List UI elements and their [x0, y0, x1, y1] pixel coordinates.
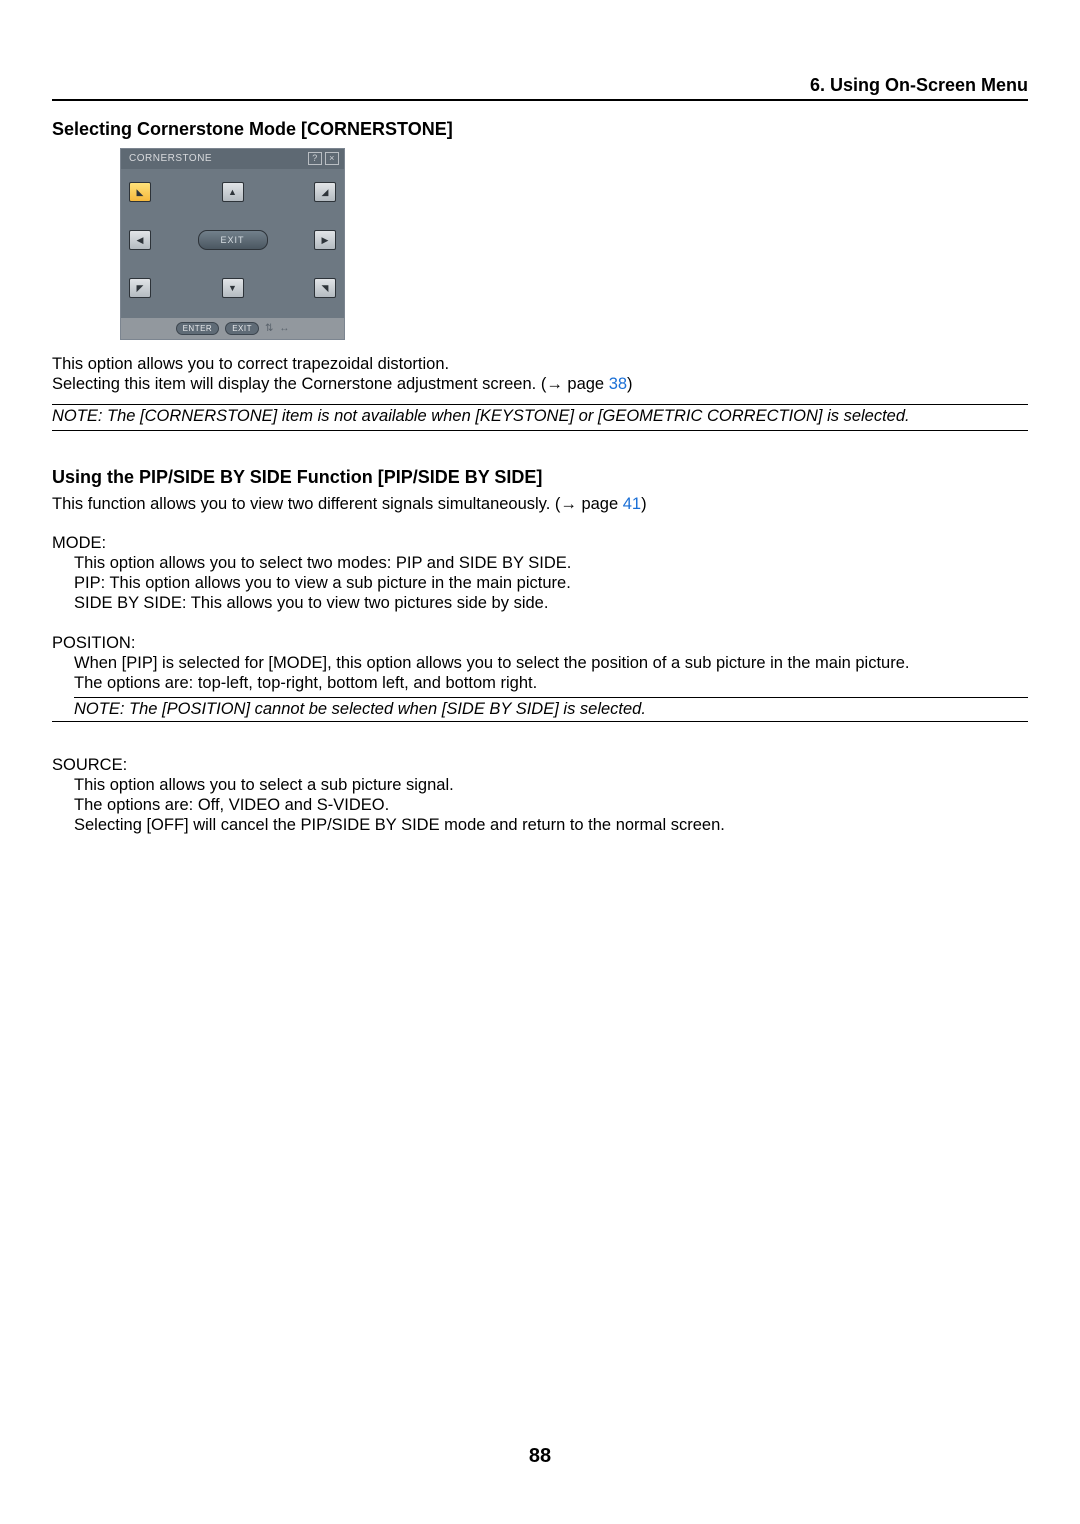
page-link-38[interactable]: 38 [609, 375, 627, 393]
cornerstone-desc-1: This option allows you to correct trapez… [52, 354, 1028, 374]
osd-titlebar: CORNERSTONE ? × [121, 149, 344, 169]
cornerstone-desc-2: Selecting this item will display the Cor… [52, 374, 1028, 394]
chapter-header: 6. Using On-Screen Menu [52, 75, 1028, 101]
corner-top-right-button[interactable]: ◢ [314, 182, 336, 202]
corner-top-left-button[interactable]: ◣ [129, 182, 151, 202]
section-title-cornerstone: Selecting Cornerstone Mode [CORNERSTONE] [52, 119, 1028, 140]
term-position: POSITION: [52, 634, 1028, 653]
osd-cornerstone-panel: CORNERSTONE ? × ◣ ▲ ◢ ◀ EXIT ▶ ◤ ▼ ◥ [120, 148, 345, 340]
divider [74, 697, 1028, 698]
source-line2: The options are: Off, VIDEO and S-VIDEO. [74, 795, 1028, 815]
corner-bottom-right-button[interactable]: ◥ [314, 278, 336, 298]
section-title-pip: Using the PIP/SIDE BY SIDE Function [PIP… [52, 467, 1028, 488]
source-line3: Selecting [OFF] will cancel the PIP/SIDE… [74, 815, 1028, 835]
updown-icon: ⇅ [265, 323, 273, 334]
source-line1: This option allows you to select a sub p… [74, 775, 1028, 795]
arrow-up-button[interactable]: ▲ [222, 182, 244, 202]
page-number: 88 [0, 1445, 1080, 1468]
note-position: NOTE: The [POSITION] cannot be selected … [52, 700, 1028, 722]
osd-titlebar-text: CORNERSTONE [129, 153, 212, 164]
corner-bottom-left-button[interactable]: ◤ [129, 278, 151, 298]
arrow-right-button[interactable]: ▶ [314, 230, 336, 250]
close-icon[interactable]: × [325, 152, 339, 165]
leftright-icon: ↔ [279, 323, 289, 334]
mode-line2: PIP: This option allows you to view a su… [74, 573, 1028, 593]
osd-footer: ENTER EXIT ⇅ ↔ [121, 318, 344, 339]
pip-intro: This function allows you to view two dif… [52, 494, 1028, 514]
term-mode: MODE: [52, 534, 1028, 553]
arrow-down-button[interactable]: ▼ [222, 278, 244, 298]
page-link-41[interactable]: 41 [623, 495, 641, 513]
position-line1: When [PIP] is selected for [MODE], this … [74, 653, 1028, 673]
exit-button[interactable]: EXIT [198, 230, 268, 250]
term-source: SOURCE: [52, 756, 1028, 775]
position-line2: The options are: top-left, top-right, bo… [74, 673, 1028, 693]
footer-enter-pill: ENTER [176, 322, 220, 335]
mode-line1: This option allows you to select two mod… [74, 553, 1028, 573]
arrow-left-button[interactable]: ◀ [129, 230, 151, 250]
note-cornerstone: NOTE: The [CORNERSTONE] item is not avai… [52, 404, 1028, 431]
help-icon[interactable]: ? [308, 152, 322, 165]
footer-exit-pill: EXIT [225, 322, 259, 335]
mode-line3: SIDE BY SIDE: This allows you to view tw… [74, 593, 1028, 613]
